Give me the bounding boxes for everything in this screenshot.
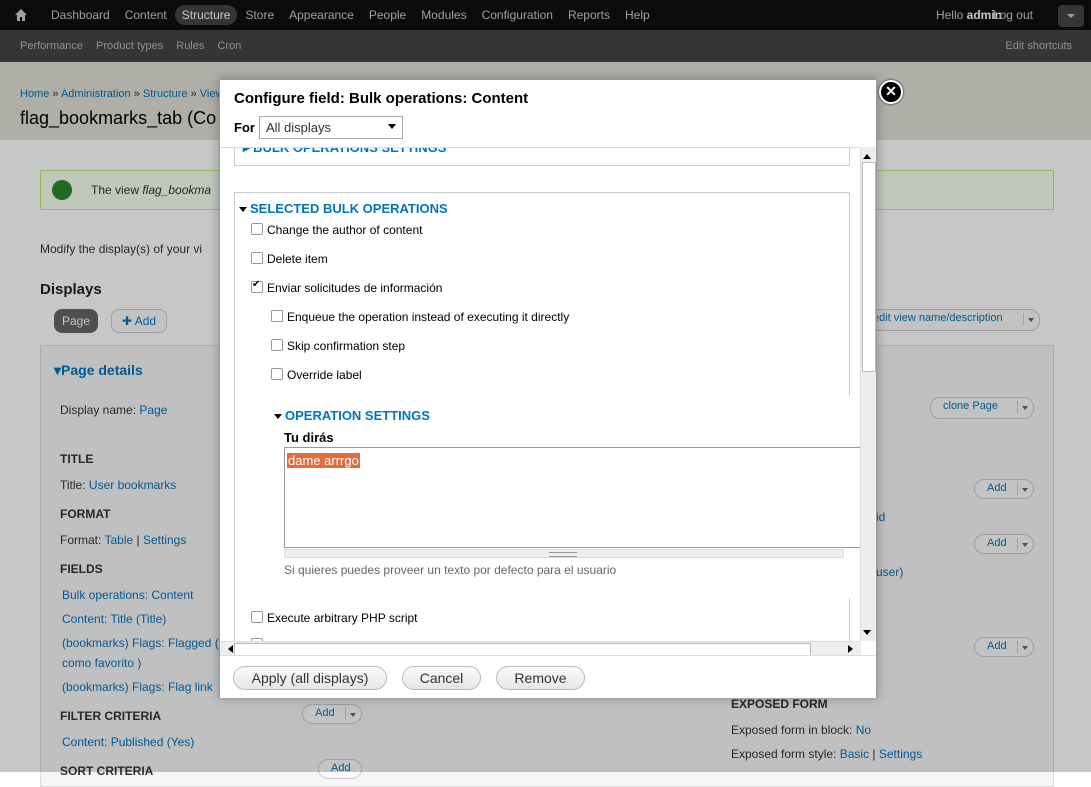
dialog-title: Configure field: Bulk operations: Conten… — [234, 90, 529, 107]
scroll-up-icon[interactable] — [863, 150, 871, 159]
bulk-settings-legend[interactable]: ▸ BULK OPERATIONS SETTINGS — [243, 147, 447, 156]
bulk-settings-label: BULK OPERATIONS SETTINGS — [253, 147, 447, 155]
apply-button[interactable]: Apply (all displays) — [233, 666, 387, 690]
remove-button[interactable]: Remove — [496, 666, 585, 690]
cancel-button[interactable]: Cancel — [402, 666, 481, 690]
checkbox-delete-item[interactable] — [251, 252, 263, 264]
chevron-down-icon — [388, 124, 396, 133]
textarea-resize-grip[interactable] — [284, 549, 844, 558]
operation-settings-label: OPERATION SETTINGS — [285, 408, 430, 423]
label-override-label[interactable]: Override label — [287, 368, 362, 382]
checkbox-override-label[interactable] — [271, 368, 283, 380]
for-select-value: All displays — [266, 120, 332, 135]
label-delete-item[interactable]: Delete item — [267, 252, 328, 266]
dialog-buttons: Apply (all displays) Cancel Remove — [220, 655, 876, 698]
scroll-right-icon[interactable] — [848, 645, 857, 653]
for-displays-select[interactable]: All displays — [259, 116, 403, 139]
collapse-triangle-icon — [274, 413, 282, 423]
horizontal-scrollbar[interactable] — [220, 641, 861, 656]
label-skip-confirmation[interactable]: Skip confirmation step — [287, 339, 405, 353]
label-php-script[interactable]: Execute arbitrary PHP script — [267, 611, 418, 625]
label-enqueue[interactable]: Enqueue the operation instead of executi… — [287, 310, 569, 324]
checkbox-php-script[interactable] — [251, 611, 263, 623]
checkbox-enviar-solicitudes[interactable] — [251, 279, 263, 293]
bulk-settings-fieldset: ▸ BULK OPERATIONS SETTINGS — [234, 147, 850, 166]
default-text-textarea[interactable]: dame arrrgo — [284, 447, 864, 548]
textarea-value: dame arrrgo — [287, 453, 360, 468]
selected-operations-legend[interactable]: SELECTED BULK OPERATIONS — [239, 201, 448, 216]
checkbox-enqueue[interactable] — [271, 310, 283, 322]
checkbox-change-author[interactable] — [251, 223, 263, 235]
textarea-help: Si quieres puedes proveer un texto por d… — [284, 563, 617, 577]
scroll-left-icon[interactable] — [224, 645, 233, 653]
for-label: For — [234, 120, 255, 135]
close-icon[interactable]: ✕ — [879, 80, 903, 104]
configure-field-dialog: Configure field: Bulk operations: Conten… — [219, 79, 877, 698]
label-change-author[interactable]: Change the author of content — [267, 223, 422, 237]
dialog-scroll-pane[interactable]: ▸ BULK OPERATIONS SETTINGS SELECTED BULK… — [220, 147, 876, 656]
scrollbar-thumb[interactable] — [862, 162, 876, 372]
checkbox-skip-confirmation[interactable] — [271, 339, 283, 351]
vertical-scrollbar[interactable] — [860, 147, 876, 641]
scroll-down-icon[interactable] — [863, 630, 871, 639]
collapse-triangle-icon — [239, 206, 247, 216]
operation-settings-legend[interactable]: OPERATION SETTINGS — [274, 408, 430, 423]
label-enviar-solicitudes[interactable]: Enviar solicitudes de información — [267, 281, 442, 295]
selected-operations-label: SELECTED BULK OPERATIONS — [250, 201, 448, 216]
textarea-label: Tu dirás — [284, 430, 334, 445]
